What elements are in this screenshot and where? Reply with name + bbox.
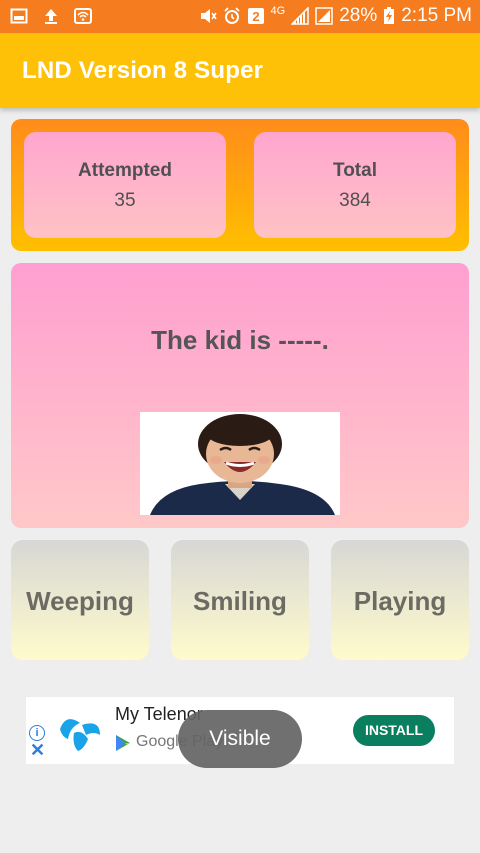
answer-button-playing[interactable]: Playing xyxy=(331,540,469,660)
answer-label: Weeping xyxy=(26,586,134,616)
score-panel: Attempted 35 Total 384 xyxy=(11,119,469,251)
mute-icon xyxy=(200,9,217,23)
gallery-icon xyxy=(10,8,28,24)
attempted-card: Attempted 35 xyxy=(24,132,226,238)
attempted-label: Attempted xyxy=(78,160,172,181)
answer-label: Smiling xyxy=(193,586,287,616)
total-value: 384 xyxy=(339,190,371,211)
telenor-logo-icon xyxy=(60,719,100,751)
answer-label: Playing xyxy=(353,586,447,616)
upload-icon xyxy=(45,9,57,24)
smiling-child-photo xyxy=(140,412,340,515)
close-icon[interactable]: ✕ xyxy=(30,740,45,761)
sim2-icon: 2 xyxy=(247,8,264,24)
question-text: The kid is -----. xyxy=(151,325,329,355)
battery-charging-icon xyxy=(384,7,395,24)
answer-button-weeping[interactable]: Weeping xyxy=(11,540,149,660)
toast-message: Visible xyxy=(178,710,302,768)
network-type: 4G xyxy=(270,4,286,17)
ad-info-icon[interactable]: i xyxy=(29,725,45,741)
attempted-value: 35 xyxy=(114,190,136,211)
signal-icon xyxy=(291,7,309,25)
svg-text:2: 2 xyxy=(252,9,259,24)
app-bar: LND Version 8 Super xyxy=(0,33,480,108)
app-title: LND Version 8 Super xyxy=(22,57,264,84)
total-label: Total xyxy=(333,160,377,181)
question-panel: The kid is -----. xyxy=(11,263,469,528)
status-bar: 2 4G 28% 2:15 PM xyxy=(0,0,480,33)
answer-button-smiling[interactable]: Smiling xyxy=(171,540,309,660)
wifi-icon xyxy=(74,8,92,24)
battery-percent: 28% xyxy=(339,5,378,26)
google-play-icon xyxy=(116,735,130,751)
clock: 2:15 PM xyxy=(401,5,472,26)
total-card: Total 384 xyxy=(254,132,456,238)
alarm-icon xyxy=(223,7,240,24)
install-button[interactable]: INSTALL xyxy=(353,715,435,746)
signal-icon xyxy=(315,7,333,25)
